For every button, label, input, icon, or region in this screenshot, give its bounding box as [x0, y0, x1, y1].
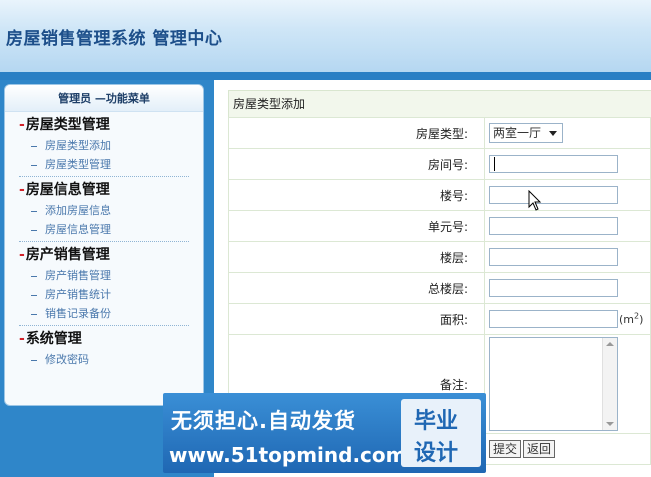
menu-group-title[interactable]: -房屋信息管理	[19, 177, 189, 201]
scroll-down-icon	[606, 422, 614, 426]
area-label: 面积:	[228, 303, 485, 335]
menu-item-sales-stats[interactable]: 房产销售统计	[19, 285, 189, 304]
dash-icon: -	[19, 247, 25, 263]
house-type-selected-value: 两室一厅	[493, 126, 542, 140]
room-no-label: 房间号:	[228, 148, 485, 180]
total-floors-input[interactable]	[489, 279, 618, 297]
menu-group-system: -系统管理 修改密码	[19, 326, 189, 371]
form-row-room-no: 房间号:	[228, 148, 651, 180]
chevron-down-icon	[549, 131, 557, 136]
dash-icon: -	[19, 117, 25, 133]
menu-item-label: 修改密码	[45, 353, 89, 366]
form-row-house-type: 房屋类型: 两室一厅	[228, 117, 651, 149]
dash-icon	[31, 294, 37, 296]
watermark-slogan: 无须担心.自动发货	[171, 409, 356, 433]
menu-item-label: 房屋信息管理	[45, 223, 111, 236]
dash-icon	[31, 145, 37, 147]
dash-icon: -	[19, 182, 25, 198]
watermark-logo: 毕业 设计	[401, 399, 481, 467]
mouse-pointer-icon	[528, 190, 542, 211]
sidebar-heading: 管理员 —功能菜单	[5, 85, 203, 112]
header-divider	[0, 72, 651, 80]
watermark-banner: 无须担心.自动发货 www.51topmind.com 毕业 设计	[163, 393, 486, 473]
house-type-select[interactable]: 两室一厅	[489, 123, 563, 143]
total-floors-label: 总楼层:	[228, 272, 485, 304]
area-unit: (m2)	[619, 311, 644, 327]
watermark-logo-line1: 毕业	[414, 409, 459, 434]
back-button[interactable]: 返回	[523, 440, 556, 458]
form-row-area: 面积: (m2)	[228, 303, 651, 335]
unit-no-input[interactable]	[489, 217, 618, 235]
menu-item-label: 房屋类型管理	[45, 158, 111, 171]
textarea-scrollbar[interactable]	[602, 338, 617, 430]
dash-icon	[31, 164, 37, 166]
menu-item-manage-house-type[interactable]: 房屋类型管理	[19, 155, 189, 174]
dash-icon	[31, 275, 37, 277]
app-header: 房屋销售管理系统 管理中心	[0, 0, 651, 72]
dash-icon	[31, 229, 37, 231]
app-title: 房屋销售管理系统 管理中心	[6, 29, 223, 49]
menu-item-manage-house-info[interactable]: 房屋信息管理	[19, 220, 189, 239]
sidebar-panel: 管理员 —功能菜单 -房屋类型管理 房屋类型添加 房屋类型管理 -房屋信息管理 …	[4, 84, 204, 406]
dash-icon: -	[19, 331, 25, 347]
form-row-floor: 楼层:	[228, 241, 651, 273]
floor-label: 楼层:	[228, 241, 485, 273]
building-no-label: 楼号:	[228, 179, 485, 211]
area-unit-exponent: 2	[634, 311, 640, 321]
room-no-input[interactable]	[489, 155, 618, 173]
menu-item-label: 房产销售管理	[45, 269, 111, 282]
menu-group-title[interactable]: -房屋类型管理	[19, 112, 189, 136]
watermark-url: www.51topmind.com	[169, 443, 407, 467]
form-row-unit-no: 单元号:	[228, 210, 651, 242]
area-unit-base: m	[623, 313, 635, 327]
menu-item-add-house-info[interactable]: 添加房屋信息	[19, 201, 189, 220]
building-no-input[interactable]	[489, 186, 618, 204]
sidebar: 管理员 —功能菜单 -房屋类型管理 房屋类型添加 房屋类型管理 -房屋信息管理 …	[0, 80, 206, 408]
unit-no-label: 单元号:	[228, 210, 485, 242]
menu-item-label: 添加房屋信息	[45, 204, 111, 217]
menu-group-label: 房产销售管理	[25, 247, 110, 263]
dash-icon	[31, 359, 37, 361]
watermark-logo-line2: 设计	[414, 441, 459, 466]
form-row-building-no: 楼号:	[228, 179, 651, 211]
menu-group-title[interactable]: -系统管理	[19, 326, 189, 350]
house-type-label: 房屋类型:	[228, 117, 485, 149]
menu-group-house-info: -房屋信息管理 添加房屋信息 房屋信息管理	[19, 177, 189, 242]
menu-group-label: 房屋类型管理	[25, 117, 110, 133]
text-caret	[494, 157, 495, 171]
menu-group-sales: -房产销售管理 房产销售管理 房产销售统计 销售记录备份	[19, 242, 189, 326]
menu-group-house-type: -房屋类型管理 房屋类型添加 房屋类型管理	[19, 112, 189, 177]
menu-group-label: 系统管理	[25, 331, 82, 347]
menu-item-label: 销售记录备份	[45, 307, 111, 320]
submit-button[interactable]: 提交	[489, 440, 522, 458]
menu-item-sales-backup[interactable]: 销售记录备份	[19, 304, 189, 323]
scroll-up-icon	[606, 342, 614, 346]
menu-item-label: 房屋类型添加	[45, 139, 111, 152]
menu-item-change-password[interactable]: 修改密码	[19, 350, 189, 369]
menu-item-add-house-type[interactable]: 房屋类型添加	[19, 136, 189, 155]
dash-icon	[31, 210, 37, 212]
form-heading: 房屋类型添加	[228, 90, 651, 118]
dash-icon	[31, 313, 37, 315]
menu-item-label: 房产销售统计	[45, 288, 111, 301]
area-input[interactable]	[489, 310, 618, 328]
floor-input[interactable]	[489, 248, 618, 266]
remark-textarea[interactable]	[489, 337, 618, 431]
menu-group-title[interactable]: -房产销售管理	[19, 242, 189, 266]
menu-group-label: 房屋信息管理	[25, 182, 110, 198]
menu-item-sales-manage[interactable]: 房产销售管理	[19, 266, 189, 285]
form-row-total-floors: 总楼层:	[228, 272, 651, 304]
